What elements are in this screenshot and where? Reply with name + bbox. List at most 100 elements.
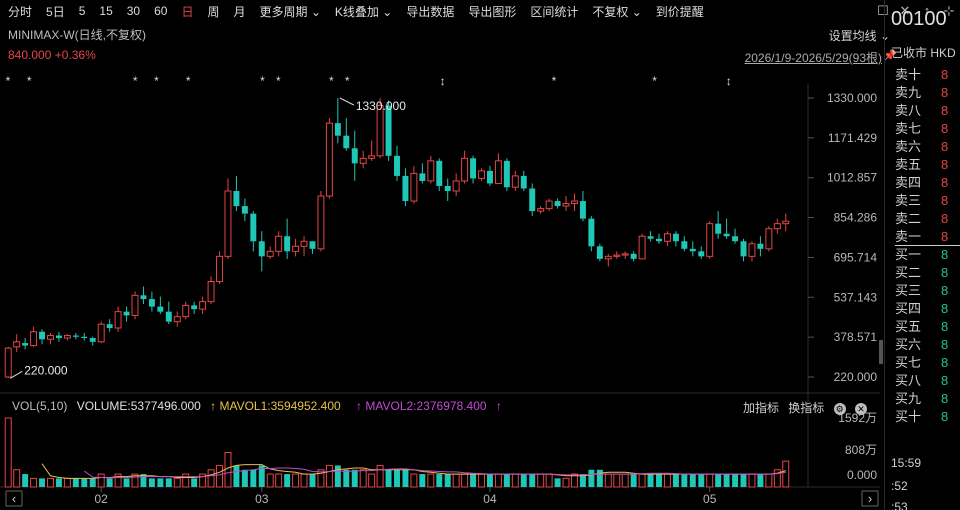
price-tick-label: 1012.857	[827, 171, 877, 185]
candle-body	[334, 123, 341, 136]
candle-body	[114, 311, 122, 329]
candle-body	[317, 195, 325, 250]
price-tick-label: 1171.429	[828, 131, 877, 145]
volume-bar	[224, 452, 232, 488]
candle-body	[309, 241, 316, 249]
volume-bar	[30, 477, 38, 488]
trade-time: 15:59	[891, 456, 922, 470]
volume-bar	[604, 473, 612, 488]
candle-body	[292, 245, 300, 252]
candle-body	[698, 251, 705, 257]
volume-bar	[765, 473, 773, 488]
candle-body	[529, 188, 536, 212]
volume-bar	[596, 469, 603, 487]
orderbook-value: 8	[941, 373, 949, 388]
orderbook-row: 卖二 8	[895, 210, 960, 228]
orderbook-value: 8	[941, 247, 949, 262]
volume-bar	[461, 473, 469, 488]
scroll-left-icon[interactable]: ‹	[12, 491, 16, 506]
volume-bar	[503, 474, 510, 487]
volume-bar	[402, 469, 409, 487]
event-marker: *	[186, 74, 191, 88]
event-marker: *	[652, 74, 657, 88]
orderbook-value: 8	[941, 211, 949, 226]
volume-bar	[207, 469, 215, 488]
candle-body	[494, 160, 502, 184]
candle-body	[233, 191, 240, 207]
candle-body	[216, 255, 223, 282]
volume-bar	[300, 473, 308, 488]
candle-body	[545, 200, 553, 210]
orderbook-value: 8	[941, 67, 949, 82]
volume-bar	[681, 474, 688, 487]
orderbook-value: 8	[941, 85, 949, 100]
kline-chart[interactable]: 1330.000 1171.429 1012.857 854.286 695.714 53…	[0, 0, 880, 510]
candle-body	[681, 241, 688, 249]
candle-body	[470, 158, 477, 179]
volume-bar	[63, 477, 71, 488]
volume-bar	[630, 474, 637, 487]
candle-body	[596, 246, 603, 259]
volume-bar	[554, 478, 561, 487]
event-marker: *	[329, 74, 334, 88]
candle-body	[300, 240, 308, 247]
orderbook-label: 买一	[895, 247, 922, 262]
price-tick-label: 695.714	[834, 250, 878, 264]
candle-body	[376, 105, 384, 157]
candle-body	[520, 175, 527, 189]
candle-body	[123, 311, 130, 316]
volume-bar	[47, 477, 54, 488]
orderbook-row: 卖九 8	[895, 84, 960, 102]
volume-bar	[343, 469, 350, 487]
orderbook-value: 8	[941, 157, 949, 172]
vol-value: VOLUME:5377496.000	[76, 399, 201, 413]
volume-bar	[148, 478, 155, 487]
event-marker: *	[133, 74, 138, 88]
candle-body	[503, 160, 510, 188]
candle-body	[486, 170, 493, 184]
candle-body	[63, 335, 71, 339]
orderbook-label: 卖二	[895, 211, 922, 226]
high-label: 1330.000	[356, 99, 406, 113]
candle-body	[106, 324, 113, 328]
orderbook-label: 买十	[895, 409, 922, 424]
candle-body	[715, 223, 722, 234]
candle-body	[173, 316, 181, 323]
change-indicator-button[interactable]: 换指标	[788, 401, 824, 415]
settings-icon[interactable]: ⚙	[833, 402, 846, 415]
orderbook-value: 8	[941, 193, 949, 208]
vertical-scrollbar[interactable]	[879, 340, 883, 364]
orderbook-label: 卖一	[895, 229, 922, 244]
volume-tick-label: 808万	[845, 443, 877, 457]
candle-body	[571, 200, 578, 205]
volume-bar	[233, 465, 240, 487]
event-marker: *	[276, 74, 281, 88]
volume-bar	[588, 469, 595, 487]
orderbook-row: 买二 8	[895, 264, 960, 282]
candle-body	[385, 105, 392, 156]
close-panel-icon[interactable]: ✕	[855, 402, 867, 415]
orderbook-row: 卖七 8	[895, 120, 960, 138]
volume-bar	[97, 473, 105, 488]
candle-body	[765, 228, 773, 250]
orderbook-row: 卖八 8	[895, 102, 960, 120]
orderbook-row: 买一 8	[895, 246, 960, 264]
volume-bar	[562, 477, 570, 488]
candle-body	[97, 323, 105, 343]
orderbook-row: 卖四 8	[895, 174, 960, 192]
scroll-right-icon[interactable]: ›	[868, 491, 872, 506]
orderbook-value: 8	[941, 121, 949, 136]
event-marker: *	[154, 74, 159, 88]
event-marker: *	[27, 74, 32, 88]
volume-bar	[613, 473, 621, 488]
orderbook-label: 买二	[895, 265, 922, 280]
low-label: 220.000	[24, 363, 68, 377]
candle-body	[613, 254, 621, 257]
volume-bar	[470, 474, 477, 487]
volume-bar	[740, 474, 747, 487]
candle-body	[343, 135, 350, 149]
add-indicator-button[interactable]: 加指标	[743, 401, 779, 415]
candle-body	[241, 206, 248, 214]
volume-bar	[782, 460, 790, 488]
event-marker: ↕	[440, 74, 446, 88]
